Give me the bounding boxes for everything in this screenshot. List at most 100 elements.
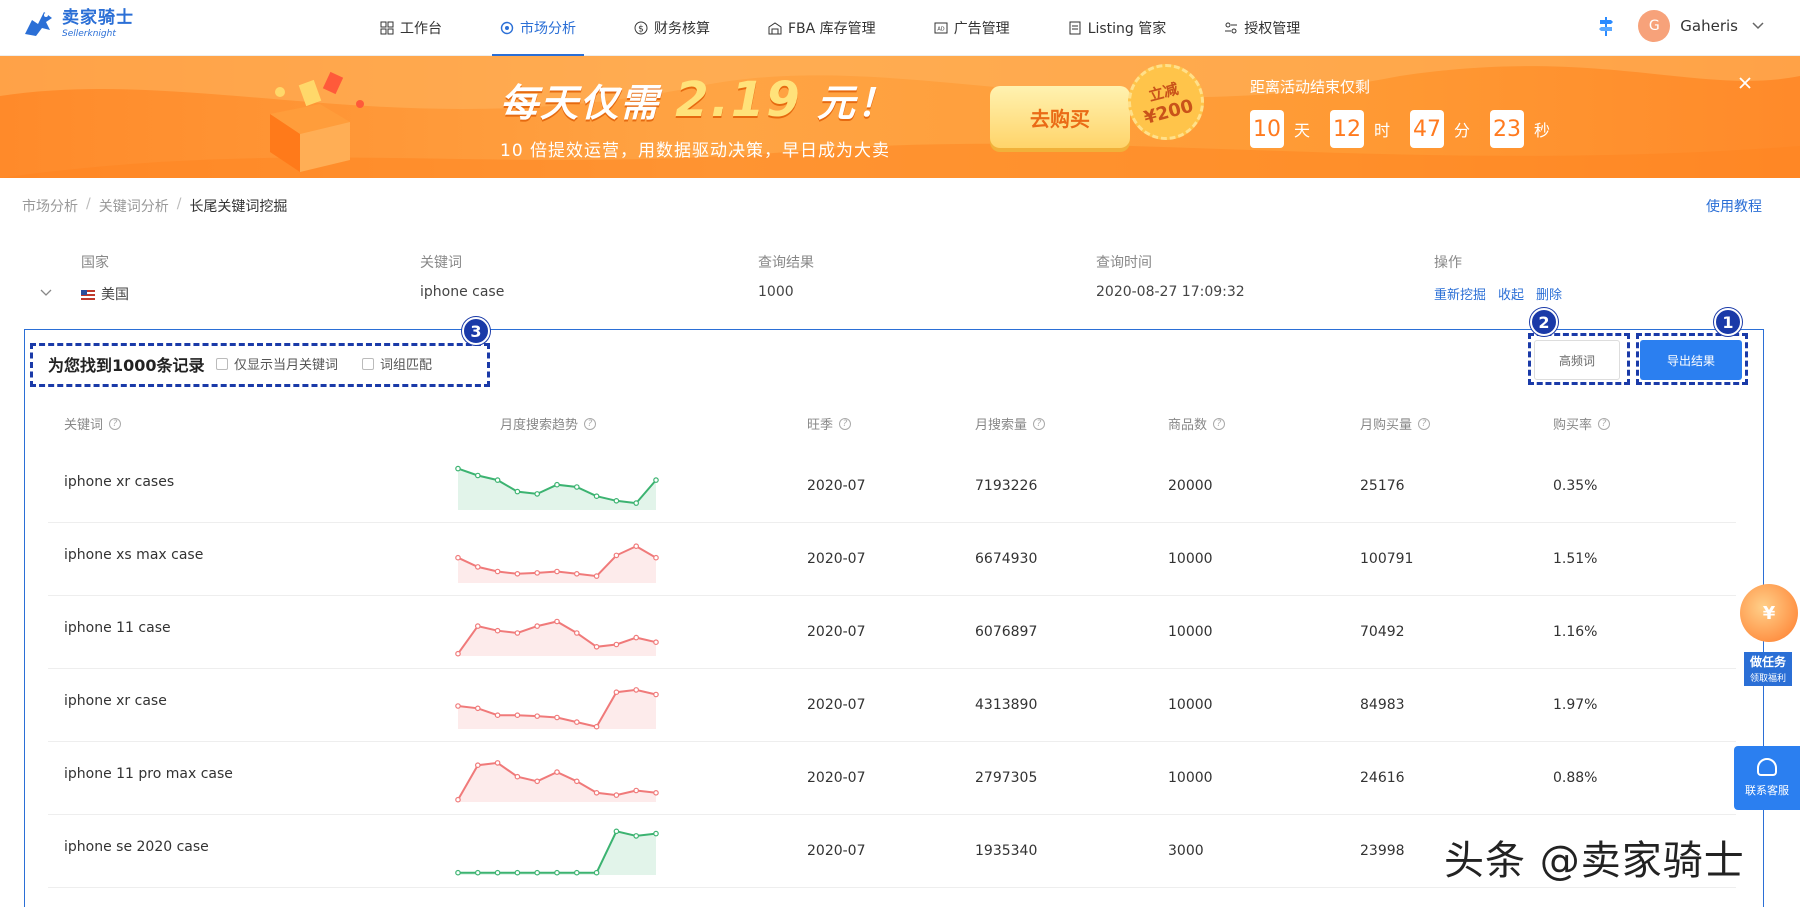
table-row[interactable]: iphone 11 pro max case 2020-07 2797305 1… bbox=[48, 742, 1736, 815]
trend-point bbox=[534, 778, 541, 785]
row-searches: 6076897 bbox=[975, 624, 1038, 640]
trend-point bbox=[554, 769, 560, 775]
countdown-seconds-unit: 秒 bbox=[1534, 121, 1551, 140]
row-products: 3000 bbox=[1168, 843, 1204, 859]
trend-point bbox=[633, 543, 640, 550]
trend-point bbox=[455, 554, 461, 561]
collapse-link[interactable]: 收起 bbox=[1498, 284, 1524, 303]
countdown-hours-unit: 时 bbox=[1374, 121, 1391, 140]
tutorial-link[interactable]: 使用教程 bbox=[1706, 196, 1762, 216]
question-icon[interactable]: ? bbox=[109, 417, 122, 430]
col-trend: 月度搜索趋势? bbox=[500, 414, 597, 433]
trend-point bbox=[494, 760, 501, 766]
banner-subtitle: 10 倍提效运营，用数据驱动决策，早日成为大卖 bbox=[500, 141, 891, 161]
logo-subtitle: Sellerknight bbox=[62, 28, 116, 39]
trend-point bbox=[554, 869, 560, 876]
trend-point bbox=[534, 491, 541, 497]
svg-text:AD: AD bbox=[937, 27, 944, 33]
nav-item-listing[interactable]: Listing 管家 bbox=[1068, 0, 1166, 56]
question-icon[interactable]: ? bbox=[1213, 417, 1226, 430]
nav-label: FBA 库存管理 bbox=[788, 21, 876, 37]
task-reward-widget[interactable]: ¥ 做任务 领取福利 bbox=[1734, 582, 1800, 712]
row-season: 2020-07 bbox=[807, 770, 866, 786]
user-name[interactable]: Gaheris bbox=[1680, 17, 1738, 35]
trend-point bbox=[514, 869, 521, 876]
question-icon[interactable]: ? bbox=[1598, 417, 1611, 430]
countdown-days-unit: 天 bbox=[1294, 121, 1311, 140]
question-icon[interactable]: ? bbox=[1033, 417, 1046, 430]
trend-point bbox=[574, 570, 580, 577]
buy-button[interactable]: 去购买 bbox=[990, 86, 1130, 148]
row-keyword[interactable]: iphone se 2020 case bbox=[64, 839, 209, 855]
col-label: 旺季 bbox=[807, 418, 834, 433]
promo-banner[interactable]: 每天仅需 2.19 元！ 10 倍提效运营，用数据驱动决策，早日成为大卖 去购买… bbox=[0, 56, 1800, 178]
trend-sparkline bbox=[455, 465, 659, 510]
customer-service-button[interactable]: 联系客服 bbox=[1734, 746, 1800, 810]
trend-point bbox=[613, 497, 620, 504]
query-col-keyword: 关键词 bbox=[420, 255, 462, 271]
row-season: 2020-07 bbox=[807, 478, 866, 494]
task-sub-label[interactable]: 领取福利 bbox=[1744, 672, 1792, 686]
trend-point bbox=[593, 493, 600, 500]
close-icon[interactable] bbox=[1738, 74, 1752, 95]
row-keyword[interactable]: iphone xs max case bbox=[64, 547, 203, 563]
annotation-box-filters bbox=[30, 343, 490, 387]
trend-point bbox=[593, 643, 600, 650]
question-icon[interactable]: ? bbox=[584, 417, 597, 430]
col-monthly-purchases: 月购买量? bbox=[1360, 414, 1431, 433]
question-icon[interactable]: ? bbox=[839, 417, 852, 430]
nav-item-authorization[interactable]: 授权管理 bbox=[1224, 0, 1300, 56]
table-row[interactable]: iphone xr case 2020-07 4313890 10000 849… bbox=[48, 669, 1736, 742]
task-label[interactable]: 做任务 bbox=[1744, 652, 1792, 672]
row-keyword[interactable]: iphone 11 pro max case bbox=[64, 766, 233, 782]
row-keyword[interactable]: iphone xr cases bbox=[64, 474, 174, 490]
breadcrumb-item-current: 长尾关键词挖掘 bbox=[189, 199, 288, 215]
trend-point bbox=[455, 703, 461, 709]
col-season: 旺季? bbox=[807, 414, 852, 433]
nav-item-fba-inventory[interactable]: FBA 库存管理 bbox=[768, 0, 876, 56]
table-row[interactable]: iphone xs max case 2020-07 6674930 10000… bbox=[48, 523, 1736, 596]
table-row[interactable]: iphone 11 case 2020-07 6076897 10000 704… bbox=[48, 596, 1736, 669]
logo[interactable]: 卖家骑士 Sellerknight bbox=[22, 8, 134, 40]
row-purchases: 24616 bbox=[1360, 770, 1405, 786]
nav-label: 授权管理 bbox=[1244, 21, 1301, 37]
trend-point bbox=[494, 568, 501, 575]
breadcrumb-item-keyword-analysis[interactable]: 关键词分析 bbox=[99, 196, 169, 216]
query-result-count: 1000 bbox=[758, 284, 794, 300]
query-col-actions: 操作 bbox=[1434, 255, 1462, 271]
row-keyword[interactable]: iphone 11 case bbox=[64, 620, 171, 636]
nav-item-ads[interactable]: AD 广告管理 bbox=[934, 0, 1010, 56]
avatar[interactable]: G bbox=[1638, 10, 1671, 42]
trend-point bbox=[455, 869, 461, 876]
trend-point bbox=[474, 869, 481, 876]
user-menu[interactable]: G Gaheris bbox=[1598, 10, 1764, 42]
trend-point bbox=[653, 830, 659, 837]
remine-link[interactable]: 重新挖掘 bbox=[1434, 284, 1486, 303]
chevron-down-icon[interactable] bbox=[1752, 20, 1764, 33]
row-rate: 0.35% bbox=[1553, 478, 1598, 494]
row-searches: 2797305 bbox=[975, 770, 1038, 786]
col-label: 月购买量 bbox=[1360, 418, 1413, 433]
col-label: 商品数 bbox=[1168, 418, 1208, 433]
headset-icon bbox=[1757, 758, 1777, 776]
coin-icon[interactable]: ¥ bbox=[1740, 584, 1798, 642]
nav-item-workbench[interactable]: 工作台 bbox=[380, 0, 442, 56]
nav-item-finance[interactable]: $ 财务核算 bbox=[634, 0, 710, 56]
trend-point bbox=[574, 719, 580, 725]
trend-point bbox=[574, 778, 580, 785]
annotation-box-export bbox=[1636, 333, 1748, 385]
trend-point bbox=[455, 650, 461, 657]
delete-link[interactable]: 删除 bbox=[1536, 284, 1562, 303]
question-icon[interactable]: ? bbox=[1418, 417, 1431, 430]
row-keyword[interactable]: iphone xr case bbox=[64, 693, 167, 709]
trend-point bbox=[574, 630, 580, 636]
nav-item-market-analysis[interactable]: 市场分析 bbox=[492, 0, 584, 56]
trend-point bbox=[554, 714, 560, 721]
banner-title: 每天仅需 2.19 元！ bbox=[500, 72, 897, 128]
chevron-down-icon[interactable] bbox=[40, 286, 52, 300]
breadcrumb-item-market[interactable]: 市场分析 bbox=[22, 196, 78, 216]
signpost-icon[interactable] bbox=[1598, 15, 1616, 37]
annotation-marker-1: 1 bbox=[1714, 308, 1742, 336]
service-label: 联系客服 bbox=[1745, 784, 1789, 797]
table-row[interactable]: iphone xr cases 2020-07 7193226 20000 25… bbox=[48, 450, 1736, 523]
